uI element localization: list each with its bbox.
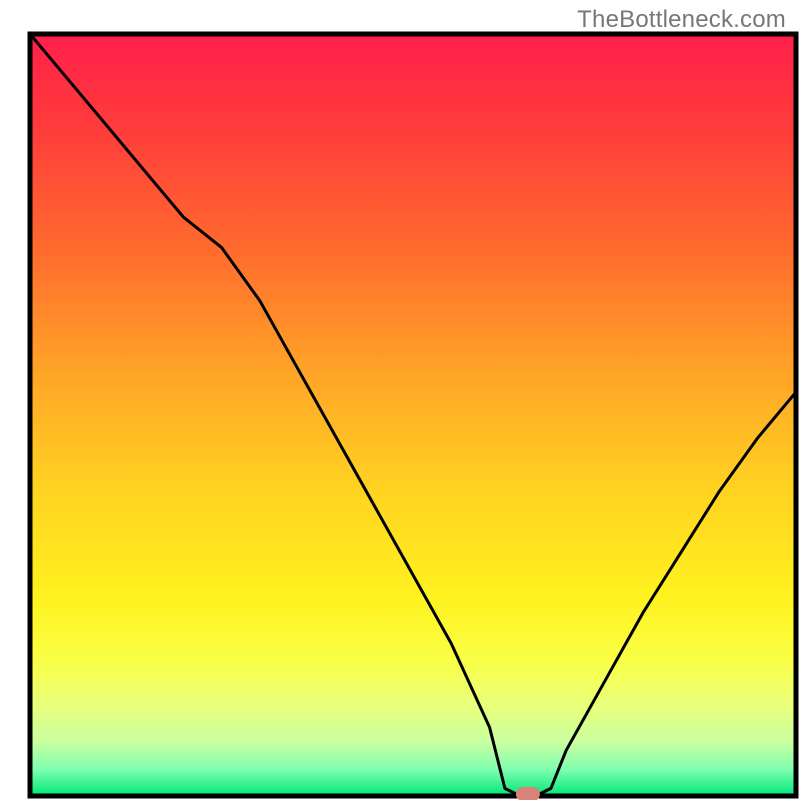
plot-background xyxy=(30,34,796,796)
bottleneck-chart xyxy=(0,0,800,800)
chart-container: TheBottleneck.com xyxy=(0,0,800,800)
optimal-point-marker xyxy=(516,787,540,800)
watermark-text: TheBottleneck.com xyxy=(577,6,786,34)
